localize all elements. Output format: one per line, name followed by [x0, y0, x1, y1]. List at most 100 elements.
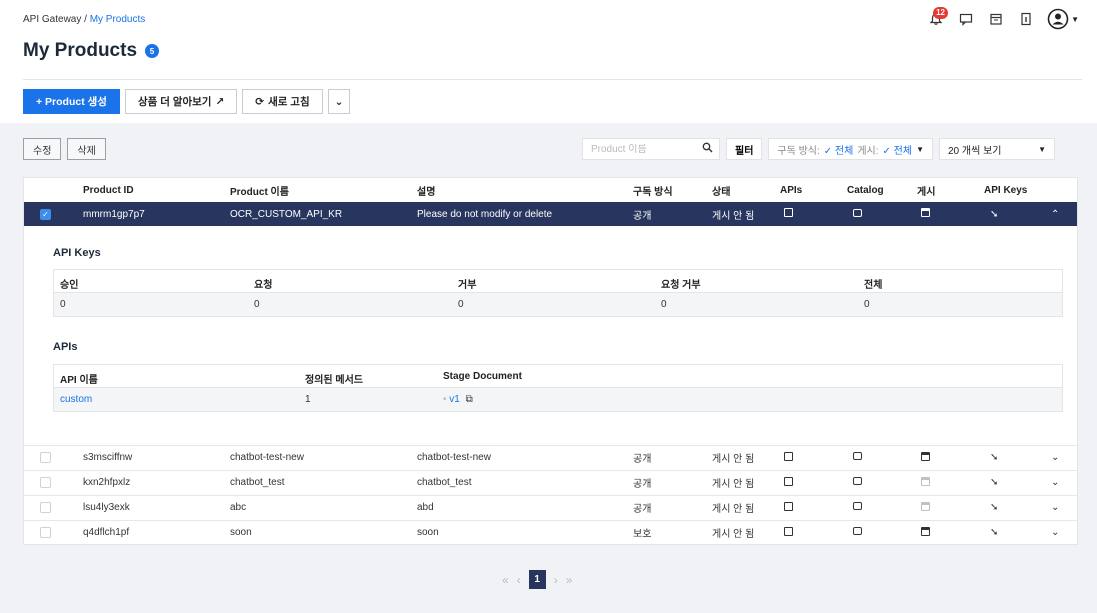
catalog-icon[interactable] [853, 452, 862, 463]
cell-product-name: soon [230, 527, 252, 538]
publish-icon[interactable] [921, 208, 930, 220]
apis-table: API 이름 정의된 메서드 Stage Document custom 1 •… [53, 364, 1063, 412]
chevron-down-icon[interactable]: ⌄ [1051, 477, 1059, 488]
row-checkbox[interactable] [40, 527, 51, 538]
keys-col-requested: 요청 [254, 280, 273, 291]
api-key-icon[interactable]: ➘ [990, 209, 998, 220]
cell-subscription: 공개 [633, 479, 652, 490]
keys-rejected-value: 0 [458, 299, 464, 310]
chevron-down-icon[interactable]: ⌄ [1051, 527, 1059, 538]
col-product-id[interactable]: Product ID [83, 185, 134, 196]
more-actions-button[interactable]: ⌄ [327, 89, 351, 114]
catalog-icon[interactable] [853, 477, 862, 488]
stage-link[interactable]: v1 [449, 394, 460, 405]
table-row-selected[interactable]: ✓ mmrm1gp7p7 OCR_CUSTOM_API_KR Please do… [24, 202, 1077, 226]
table-toolbar-left: 수정 삭제 [23, 138, 106, 160]
publish-icon[interactable] [921, 476, 930, 489]
catalog-icon[interactable] [853, 208, 862, 220]
cell-product-id: q4dflch1pf [83, 527, 130, 538]
cell-product-name: abc [230, 502, 247, 513]
api-key-icon[interactable]: ➘ [990, 527, 998, 538]
calendar-icon[interactable] [987, 8, 1005, 30]
apis-icon[interactable] [784, 451, 793, 464]
apis-icon[interactable] [784, 476, 793, 489]
chat-icon[interactable] [957, 8, 975, 30]
keys-requested-value: 0 [254, 299, 260, 310]
apis-col-name: API 이름 [60, 375, 98, 386]
breadcrumb-separator: / [81, 14, 90, 25]
chevron-up-icon[interactable]: ⌃ [1051, 209, 1059, 220]
col-apis[interactable]: APIs [780, 185, 802, 196]
cell-product-id: kxn2hfpxlz [83, 477, 131, 488]
refresh-icon: ⟳ [255, 95, 265, 108]
cell-status: 게시 안 됨 [712, 529, 755, 540]
row-checkbox[interactable]: ✓ [40, 208, 51, 220]
col-api-keys[interactable]: API Keys [984, 185, 1027, 196]
learn-more-button[interactable]: 상품 더 알아보기 ↗ [124, 89, 238, 114]
col-subscription[interactable]: 구독 방식 [633, 183, 673, 198]
cell-description: chatbot-test-new [417, 452, 491, 463]
cell-product-name: chatbot_test [230, 477, 285, 488]
publish-icon[interactable] [921, 451, 930, 464]
first-page-icon[interactable]: « [502, 573, 509, 587]
apis-icon[interactable] [784, 526, 793, 539]
cell-description: soon [417, 527, 439, 538]
top-panel: API Gateway / My Products My Products 5 … [0, 0, 1097, 123]
col-product-name[interactable]: Product 이름 [230, 183, 289, 198]
cell-status: 게시 안 됨 [712, 479, 755, 490]
publish-icon[interactable] [921, 501, 930, 514]
row-checkbox[interactable] [40, 477, 51, 488]
row-checkbox[interactable] [40, 502, 51, 513]
apis-icon[interactable] [784, 208, 793, 220]
apis-section-title: APIs [53, 341, 78, 353]
row-checkbox[interactable] [40, 452, 51, 463]
keys-col-request-rejected: 요청 거부 [661, 280, 701, 291]
api-key-icon[interactable]: ➘ [990, 452, 998, 463]
col-status[interactable]: 상태 [712, 183, 730, 198]
breadcrumb-current[interactable]: My Products [90, 14, 146, 25]
filter-summary[interactable]: 구독 방식: ✓ 전체 게시: ✓ 전체 ▼ [768, 138, 933, 160]
chevron-down-icon[interactable]: ⌄ [1051, 502, 1059, 513]
last-page-icon[interactable]: » [566, 573, 573, 587]
user-menu[interactable]: ▼ [1047, 8, 1079, 30]
edit-button[interactable]: 수정 [23, 138, 62, 160]
delete-button[interactable]: 삭제 [67, 138, 106, 160]
table-row[interactable]: lsu4ly3exk abc abd 공개 게시 안 됨 ➘ ⌄ [24, 495, 1077, 519]
filter-button[interactable]: 필터 [726, 138, 763, 160]
table-row[interactable]: kxn2hfpxlz chatbot_test chatbot_test 공개 … [24, 470, 1077, 494]
notification-bell-icon[interactable]: 12 [927, 7, 948, 30]
chevron-down-icon[interactable]: ⌄ [1051, 452, 1059, 463]
per-page-select[interactable]: 20 개씩 보기 ▼ [939, 138, 1055, 160]
document-icon[interactable] [1017, 8, 1035, 30]
catalog-icon[interactable] [853, 502, 862, 513]
prev-page-icon[interactable]: ‹ [517, 573, 521, 587]
table-row[interactable]: q4dflch1pf soon soon 보호 게시 안 됨 ➘ ⌄ [24, 520, 1077, 544]
products-table: Product ID Product 이름 설명 구독 방식 상태 APIs C… [23, 177, 1078, 545]
copy-icon[interactable]: ⧉ [466, 394, 473, 405]
page-title-text: My Products [23, 40, 138, 61]
chevron-down-icon: ⌄ [334, 95, 344, 108]
search-icon[interactable] [702, 142, 713, 156]
publish-icon[interactable] [921, 526, 930, 539]
apis-icon[interactable] [784, 501, 793, 514]
col-description[interactable]: 설명 [417, 183, 435, 198]
col-publish[interactable]: 게시 [917, 183, 935, 198]
table-row[interactable]: s3msciffnw chatbot-test-new chatbot-test… [24, 445, 1077, 469]
apis-col-stage: Stage Document [443, 371, 522, 382]
create-product-button[interactable]: + Product 생성 [23, 89, 120, 114]
api-row: custom 1 • v1 ⧉ [54, 388, 1062, 411]
page-number-current[interactable]: 1 [528, 570, 546, 589]
col-catalog[interactable]: Catalog [847, 185, 884, 196]
cell-subscription: 보호 [633, 529, 652, 540]
breadcrumb-root[interactable]: API Gateway [23, 14, 81, 25]
refresh-button[interactable]: ⟳ 새로 고침 [242, 89, 323, 114]
catalog-icon[interactable] [853, 527, 862, 538]
cell-subscription: 공개 [633, 454, 652, 465]
api-name-link[interactable]: custom [60, 394, 92, 405]
api-key-icon[interactable]: ➘ [990, 502, 998, 513]
api-key-icon[interactable]: ➘ [990, 477, 998, 488]
next-page-icon[interactable]: › [554, 573, 558, 587]
publish-filter-label: 게시: [857, 145, 879, 157]
cell-status: 게시 안 됨 [712, 504, 755, 515]
search-input[interactable] [591, 143, 691, 155]
